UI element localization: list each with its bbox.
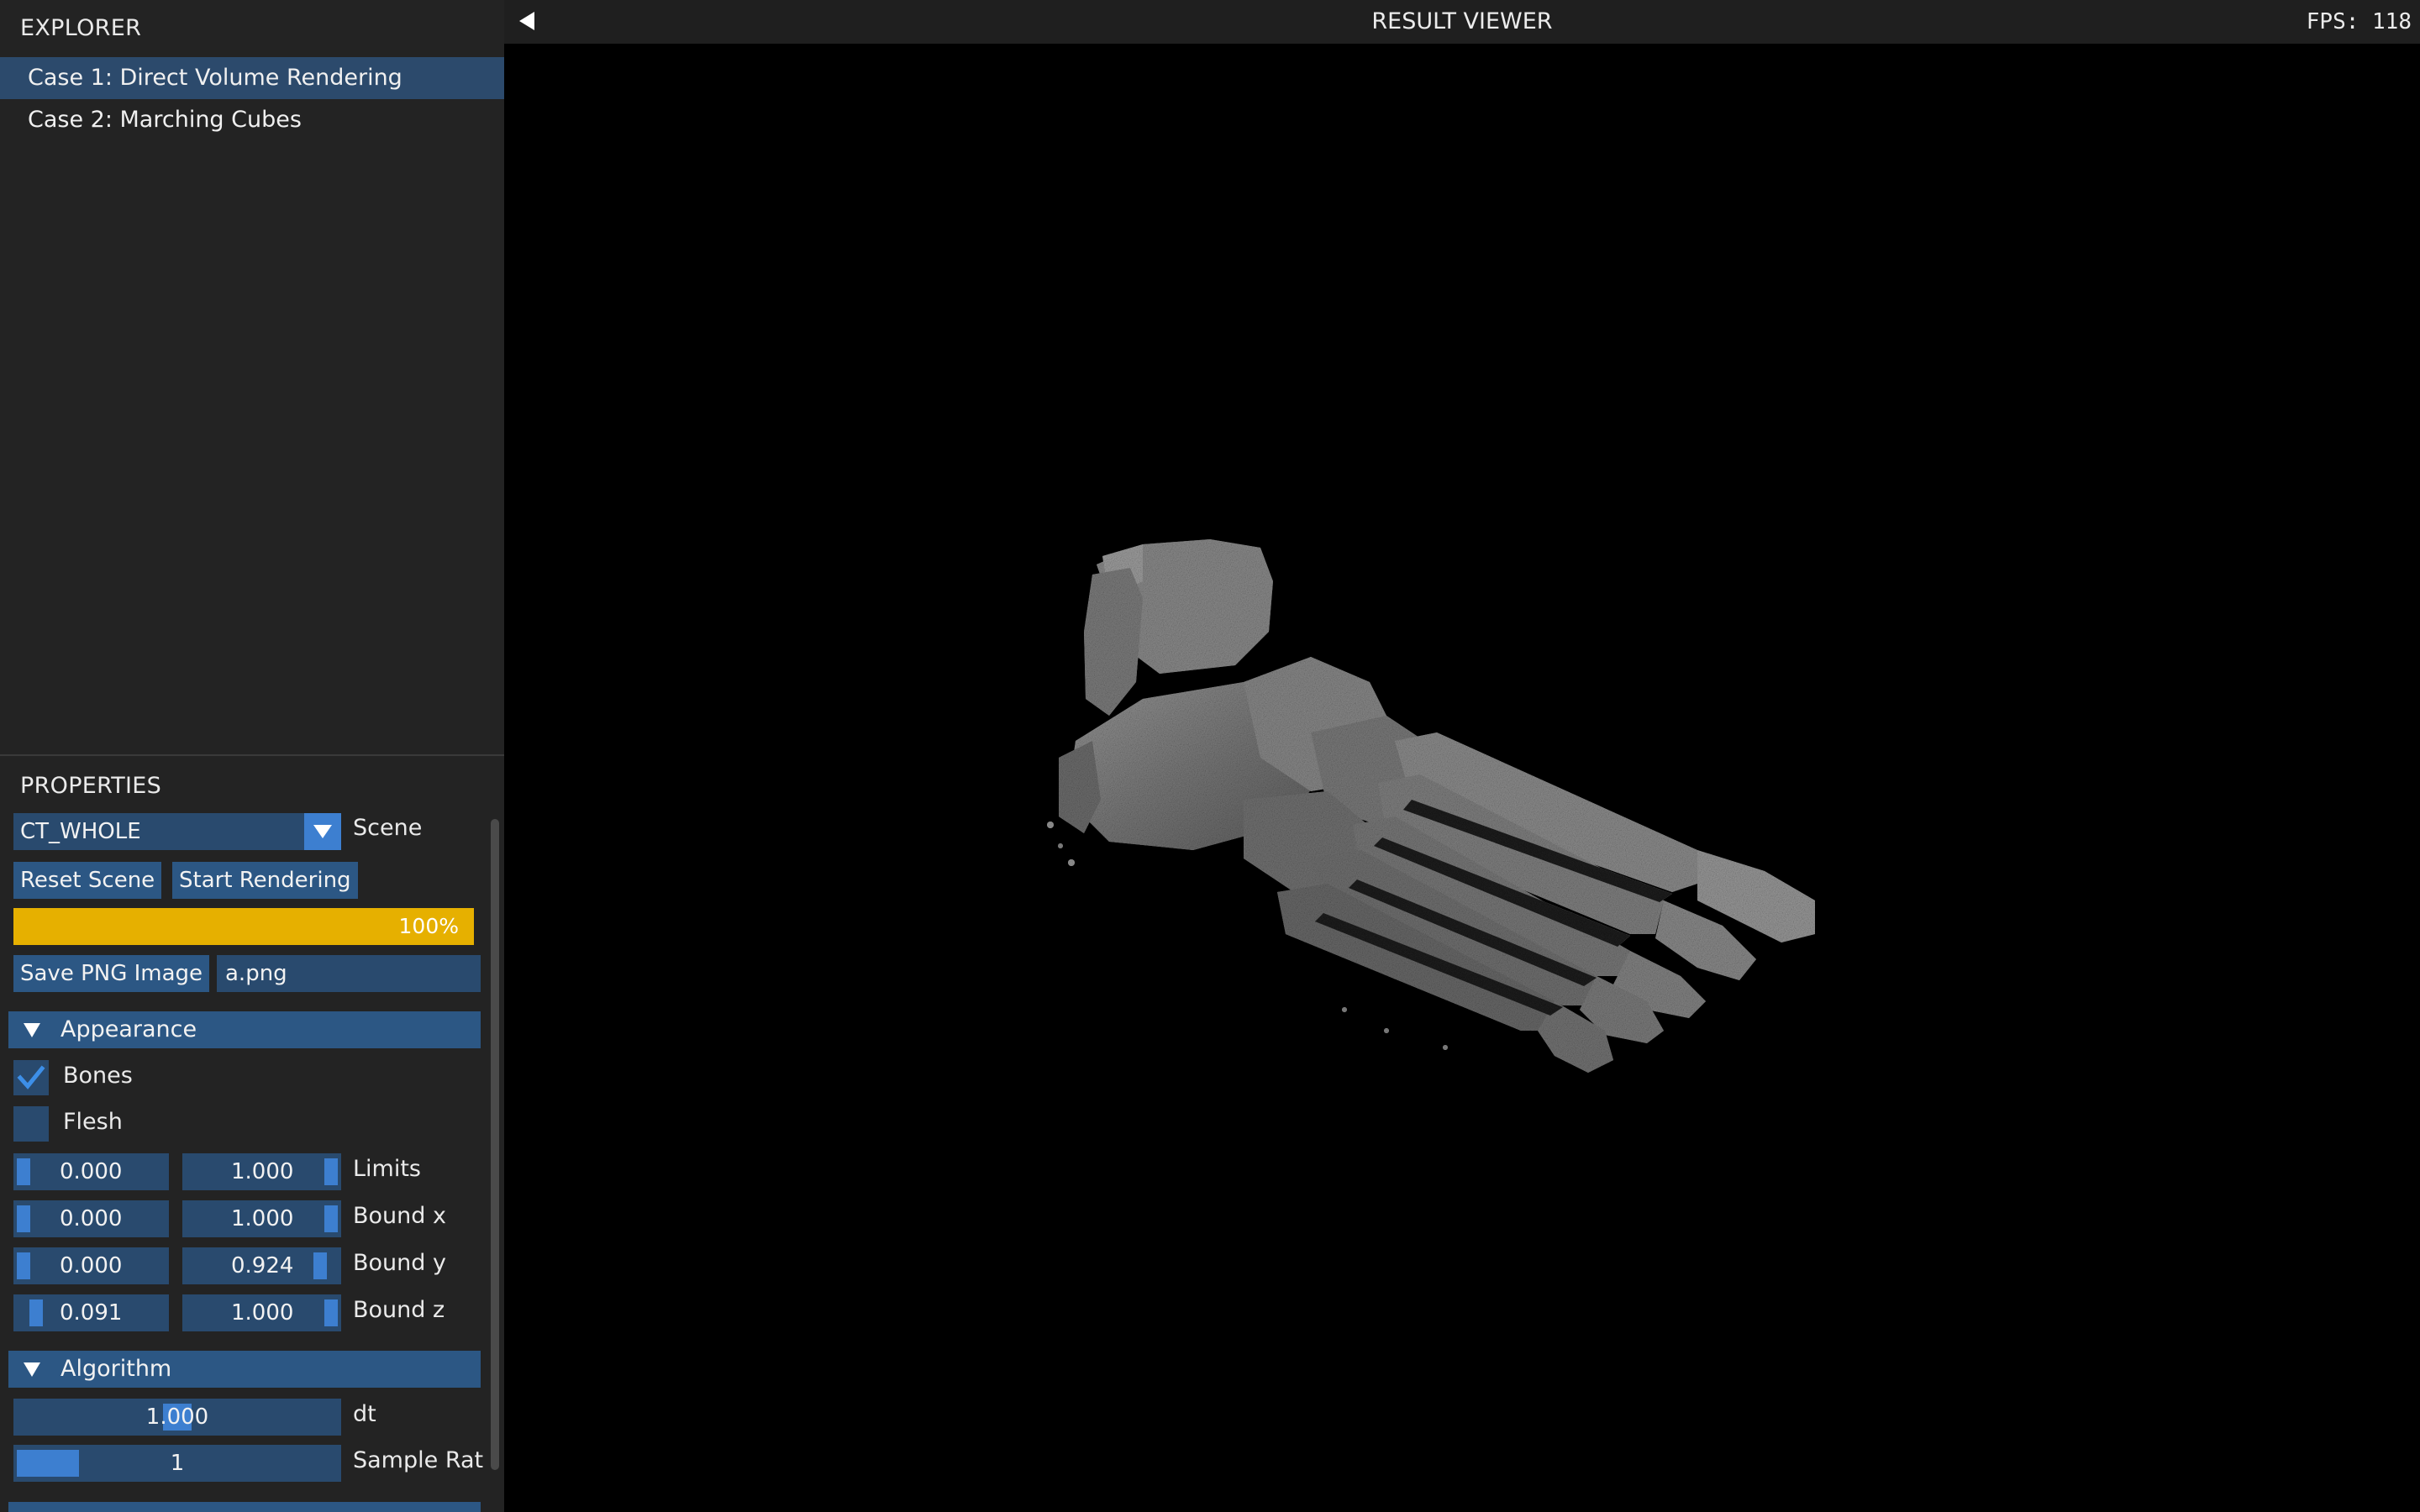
algorithm-section-label: Algorithm	[60, 1356, 172, 1382]
bound-x-label: Bound x	[353, 1203, 446, 1229]
algorithm-section-header[interactable]: Algorithm	[8, 1351, 481, 1388]
flesh-label: Flesh	[63, 1109, 123, 1135]
render-progress-bar: 100%	[13, 908, 474, 945]
bound-x-max-field[interactable]: 1.000	[182, 1200, 341, 1237]
limits-min-field[interactable]: 0.000	[13, 1153, 169, 1190]
dt-label: dt	[353, 1401, 376, 1427]
appearance-section-label: Appearance	[60, 1016, 197, 1042]
result-viewer[interactable]: RESULT VIEWER FPS: 118	[504, 0, 2420, 1512]
chevron-down-icon[interactable]	[304, 813, 341, 850]
bound-z-label: Bound z	[353, 1297, 445, 1323]
bound-z-max-field[interactable]: 1.000	[182, 1294, 341, 1331]
flesh-checkbox[interactable]	[13, 1106, 49, 1142]
start-rendering-button[interactable]: Start Rendering	[172, 862, 358, 899]
limits-min-grab[interactable]	[17, 1158, 30, 1185]
foot-bones-render[interactable]	[504, 44, 2420, 1512]
explorer-title: EXPLORER	[20, 15, 142, 41]
properties-scrollbar[interactable]	[491, 819, 499, 1470]
progress-text: 100%	[398, 914, 459, 938]
explorer-item-direct-volume-rendering[interactable]: Case 1: Direct Volume Rendering	[0, 57, 504, 99]
limits-min-value: 0.000	[60, 1159, 123, 1184]
bound-x-min-grab[interactable]	[17, 1205, 30, 1232]
bound-x-max-value: 1.000	[231, 1206, 294, 1231]
filename-input[interactable]: a.png	[217, 955, 481, 992]
limits-label: Limits	[353, 1156, 421, 1182]
scene-combo-value: CT_WHOLE	[20, 819, 141, 844]
explorer-item-marching-cubes[interactable]: Case 2: Marching Cubes	[0, 99, 504, 141]
bound-z-min-field[interactable]: 0.091	[13, 1294, 169, 1331]
bound-y-max-value: 0.924	[231, 1253, 294, 1278]
viewer-title: RESULT VIEWER	[1371, 8, 1553, 34]
bound-z-max-grab[interactable]	[324, 1299, 338, 1326]
scene-combo[interactable]: CT_WHOLE	[13, 813, 341, 850]
scene-label: Scene	[353, 815, 423, 841]
sample-rate-value: 1	[170, 1451, 185, 1476]
bones-label: Bones	[63, 1063, 133, 1089]
bound-y-min-value: 0.000	[60, 1253, 123, 1278]
limits-max-field[interactable]: 1.000	[182, 1153, 341, 1190]
sample-rate-slider[interactable]: 1	[13, 1445, 341, 1482]
save-png-button[interactable]: Save PNG Image	[13, 955, 210, 992]
sidebar: EXPLORER Case 1: Direct Volume Rendering…	[0, 0, 504, 1512]
foot-skeleton	[1047, 539, 1815, 1073]
bound-y-label: Bound y	[353, 1250, 446, 1276]
triangle-down-icon	[24, 1023, 40, 1037]
appearance-section-header[interactable]: Appearance	[8, 1011, 481, 1048]
bound-y-min-grab[interactable]	[17, 1252, 30, 1279]
dt-value: 1.000	[145, 1404, 209, 1430]
reset-scene-button[interactable]: Reset Scene	[13, 862, 162, 899]
triangle-down-icon	[24, 1362, 40, 1377]
limits-max-value: 1.000	[231, 1159, 294, 1184]
dt-slider[interactable]: 1.000	[13, 1399, 341, 1436]
properties-title: PROPERTIES	[20, 773, 162, 799]
bound-z-min-grab[interactable]	[29, 1299, 43, 1326]
bound-y-min-field[interactable]: 0.000	[13, 1247, 169, 1284]
bound-y-max-field[interactable]: 0.924	[182, 1247, 341, 1284]
bound-x-min-field[interactable]: 0.000	[13, 1200, 169, 1237]
next-section-header[interactable]	[8, 1502, 481, 1512]
limits-max-grab[interactable]	[324, 1158, 338, 1185]
fps-counter: FPS: 118	[2306, 9, 2412, 34]
bound-x-min-value: 0.000	[60, 1206, 123, 1231]
sample-rate-label: Sample Rat	[353, 1447, 484, 1473]
checkmark-icon	[17, 1065, 45, 1089]
bones-checkbox[interactable]	[13, 1060, 49, 1095]
bound-z-max-value: 1.000	[231, 1300, 294, 1326]
bound-y-max-grab[interactable]	[313, 1252, 327, 1279]
bound-z-min-value: 0.091	[60, 1300, 123, 1326]
viewer-title-bar: RESULT VIEWER FPS: 118	[504, 0, 2420, 44]
bound-x-max-grab[interactable]	[324, 1205, 338, 1232]
panel-divider[interactable]	[0, 754, 504, 756]
